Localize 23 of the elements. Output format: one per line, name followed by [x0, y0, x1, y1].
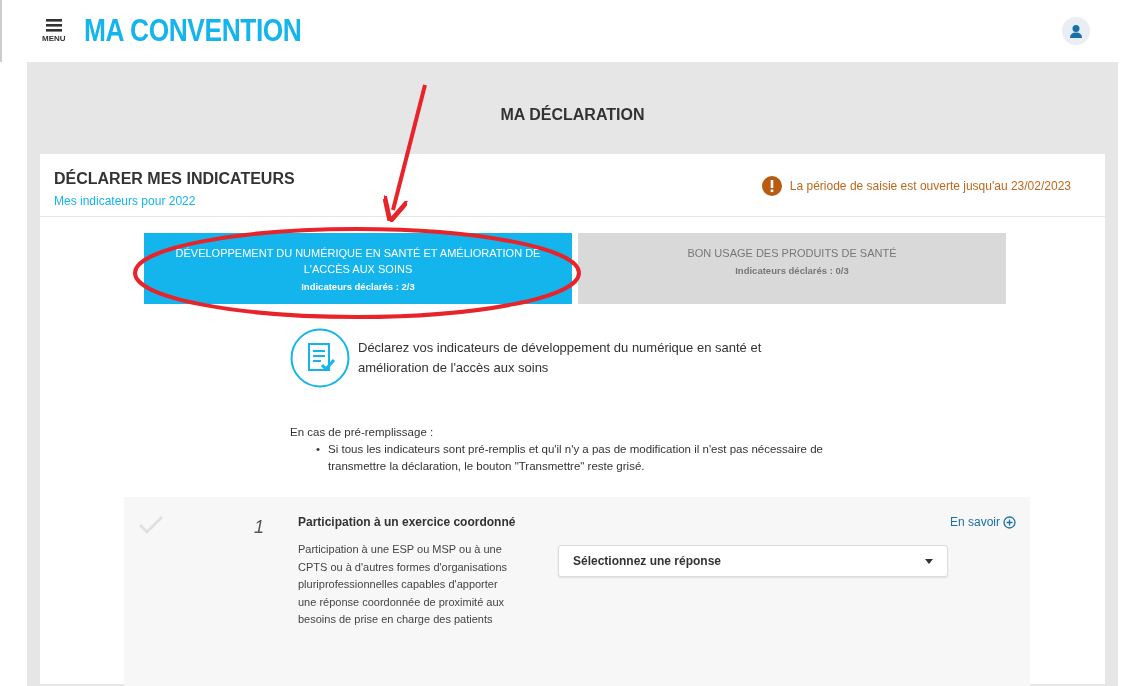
document-check-icon: [290, 328, 350, 388]
category-tab[interactable]: BON USAGE DES PRODUITS DE SANTÉ Indicateurs déclarés : 0/3: [578, 233, 1006, 304]
section-subtitle: Mes indicateurs pour 2022: [54, 194, 197, 208]
prefill-note: Si tous les indicateurs sont pré-remplis et qu'il n'y a pas de modification il n'est pas nécessaire de transmettre la déclaration, le bouton "Transmettre" reste grisé.: [328, 442, 824, 474]
deadline-notice: La période de saisie est ouverte jusqu'au 23/02/2023: [789, 179, 1071, 193]
learn-more-link[interactable]: En savoir: [949, 515, 1016, 529]
app-title: MA CONVENTION: [83, 13, 303, 49]
user-icon: [1069, 24, 1083, 38]
warning-icon: [761, 176, 782, 196]
menu-icon: [45, 19, 62, 32]
user-button[interactable]: [1062, 17, 1090, 45]
indicator-description: Participation à une ESP ou MSP ou à une CPTS ou à d'autres formes d'organisations pluriprofessionnelles capables d'apporter une réponse coordonnée de proximité aux besoins de prise en charge des patients: [298, 542, 508, 627]
prefill-heading: En cas de pré-remplissage :: [290, 425, 435, 440]
answer-dropdown[interactable]: Sélectionnez une réponse: [558, 545, 948, 577]
indicator-title: Participation à un exercice coordonné: [298, 515, 516, 529]
indicator-number: 1: [254, 517, 265, 539]
page-title: MA DÉCLARATION: [499, 104, 646, 125]
caret-icon: [925, 558, 933, 564]
section-title: DÉCLARER MES INDICATEURS: [54, 170, 295, 188]
bullet-marker: •: [316, 442, 321, 457]
menu-button[interactable]: MENU: [42, 19, 66, 43]
plus-circle-icon: [1003, 515, 1016, 529]
intro-text: Déclarez vos indicateurs de développement du numérique en santé et amélioration de l'accès aux soins: [358, 339, 763, 377]
